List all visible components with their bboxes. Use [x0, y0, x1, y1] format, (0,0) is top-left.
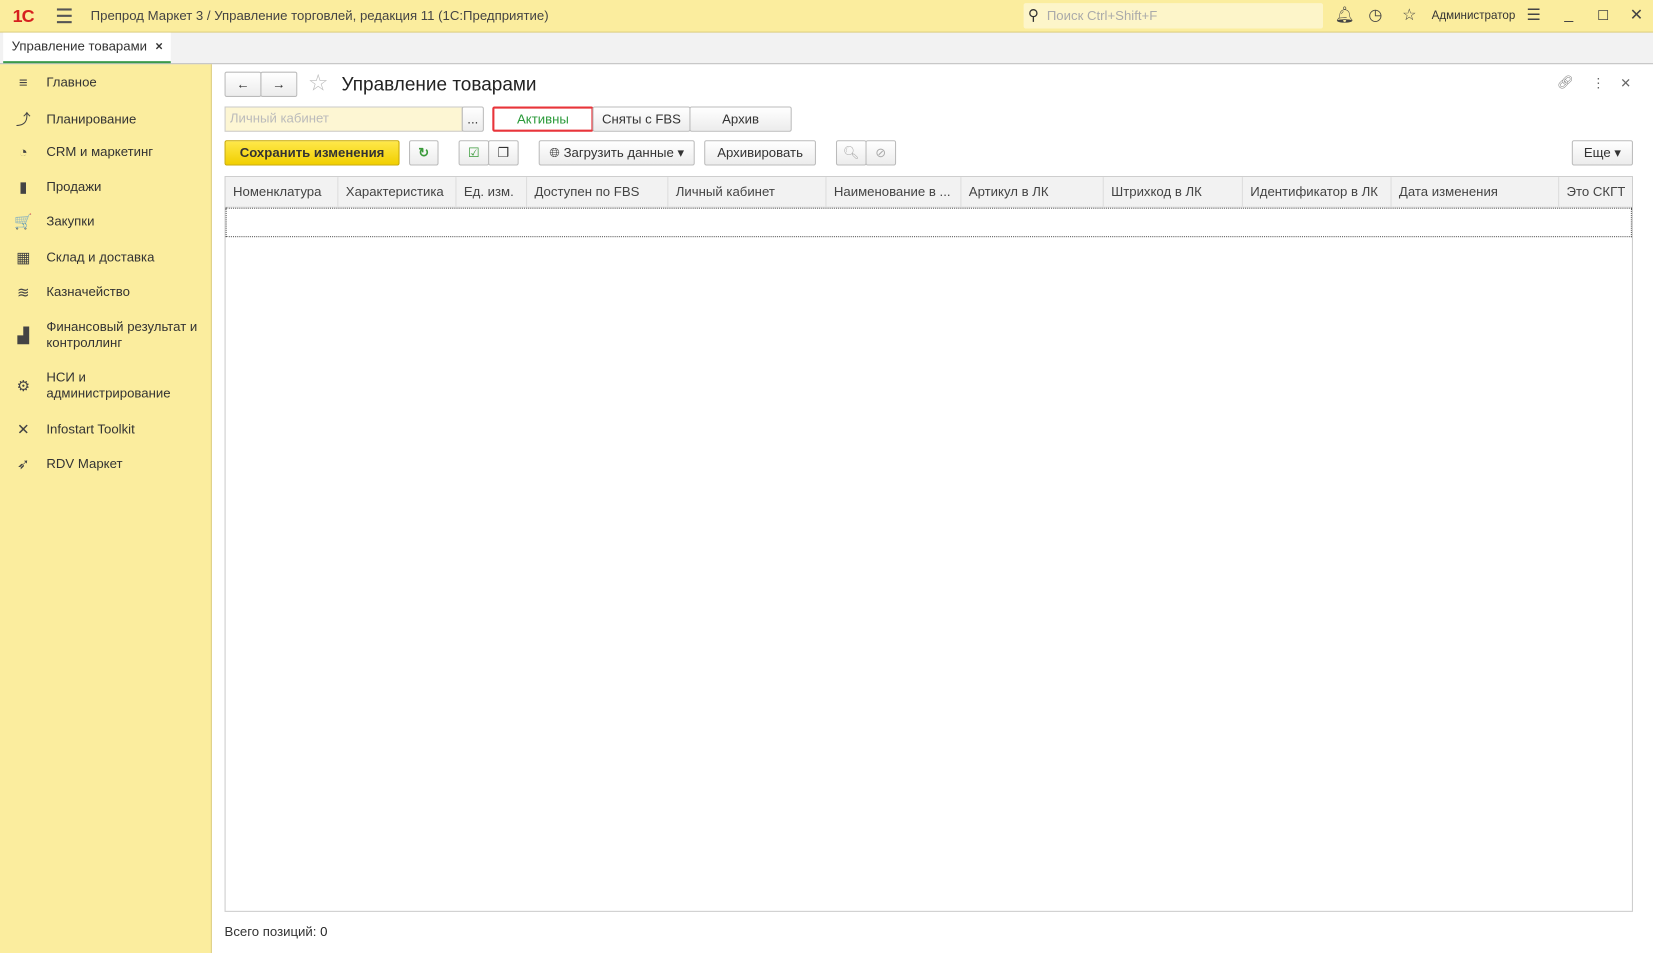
menu-icon[interactable] [56, 8, 72, 27]
tools-icon: ✕ [16, 420, 30, 438]
link-icon[interactable]: 🔗︎ [1557, 75, 1574, 91]
sidebar-item-label: Продажи [46, 179, 102, 194]
sidebar-item-crm[interactable]: ◔ CRM и маркетинг [0, 143, 211, 160]
forward-button[interactable]: → [260, 71, 298, 97]
tab-archive[interactable]: Архив [689, 106, 792, 132]
sidebar-item-label: Планирование [46, 111, 137, 126]
sidebar-item-finance[interactable]: ▟ Финансовый результат и контроллинг [0, 319, 211, 351]
sidebar-item-infostart[interactable]: ✕ Infostart Toolkit [0, 421, 211, 439]
page-title: Управление товарами [341, 73, 537, 95]
sidebar-item-label: Закупки [46, 214, 95, 229]
close-tab-icon[interactable]: × [155, 39, 162, 54]
column-header[interactable]: Личный кабинет [668, 177, 827, 207]
back-button[interactable]: ← [224, 71, 262, 97]
more-button[interactable]: Еще ▾ [1571, 140, 1633, 166]
check-all-button[interactable]: ☑ [458, 140, 490, 166]
sidebar-item-treasury[interactable]: ≋ Казначейство [0, 284, 211, 302]
products-table[interactable]: Номенклатура Характеристика Ед. изм. Дос… [224, 176, 1633, 912]
form: ← → ☆ Управление товарами 🔗︎ ⋮ ✕ Личный … [211, 64, 1653, 953]
more-menu-icon[interactable]: ⋮ [1592, 75, 1605, 91]
planning-icon: ⤴ [15, 110, 31, 128]
rocket-icon: ➶ [16, 455, 30, 473]
1c-logo: 1С [12, 6, 35, 27]
table-header: Номенклатура Характеристика Ед. изм. Дос… [225, 177, 1632, 208]
crm-icon: ◔ [18, 143, 28, 161]
cancel-find-button[interactable]: ⊘ [865, 140, 897, 166]
sidebar: ≡ Главное ⤴ Планирование ◔ CRM и маркетинг … [0, 64, 212, 953]
tab-active[interactable]: Активны [492, 106, 594, 132]
favorite-star-icon[interactable]: ☆ [308, 70, 329, 97]
cabinet-placeholder: Личный кабинет [229, 110, 329, 126]
sidebar-item-label: Казначейство [46, 284, 130, 300]
sidebar-item-rdv[interactable]: ➶ RDV Маркет [0, 455, 211, 473]
window-title: Препрод Маркет 3 / Управление торговлей,… [90, 8, 549, 24]
warehouse-icon: ▦ [16, 248, 31, 266]
sidebar-item-label: RDV Маркет [46, 456, 123, 472]
total-label: Всего позиций: [224, 924, 317, 940]
user-name[interactable]: Администратор [1432, 9, 1516, 22]
bell-icon[interactable]: 🔔︎ [1335, 5, 1355, 24]
column-header[interactable]: Дата изменения [1392, 177, 1560, 207]
gear-icon: ⚙ [16, 376, 30, 394]
globe-icon: 🌐︎ [549, 145, 564, 161]
column-header[interactable]: Характеристика [338, 177, 457, 207]
list-icon: ≡ [18, 73, 28, 91]
bag-icon: ▮ [19, 178, 28, 196]
sidebar-item-admin[interactable]: ⚙ НСИ и администрирование [0, 370, 211, 402]
close-window-icon[interactable]: ✕ [1630, 5, 1643, 24]
sidebar-item-label: Финансовый результат и контроллинг [46, 319, 198, 350]
sidebar-item-label: Infostart Toolkit [46, 421, 135, 437]
sidebar-item-purchases[interactable]: 🛒 Закупки [0, 213, 211, 231]
cabinet-select-button[interactable]: ... [461, 106, 484, 132]
history-icon[interactable]: ◷ [1368, 5, 1382, 24]
tab-upravlenie-tovarami[interactable]: Управление товарами × [3, 32, 172, 64]
load-data-button[interactable]: 🌐︎ Загрузить данные ▾ [538, 140, 695, 166]
maximize-icon[interactable]: ☐ [1597, 7, 1609, 24]
column-header[interactable]: Это СКГТ [1559, 177, 1632, 207]
find-button[interactable]: 🔍︎ [835, 140, 867, 166]
column-header[interactable]: Ед. изм. [456, 177, 528, 207]
sidebar-item-label: НСИ и администрирование [46, 370, 171, 401]
sidebar-item-main[interactable]: ≡ Главное [0, 74, 211, 91]
cabinet-input[interactable]: Личный кабинет [224, 106, 463, 132]
total-count: Всего позиций: 0 [225, 925, 328, 940]
sidebar-item-label: Главное [46, 74, 97, 90]
column-header[interactable]: Штрихкод в ЛК [1104, 177, 1243, 207]
sidebar-item-label: CRM и маркетинг [46, 143, 154, 159]
sidebar-item-warehouse[interactable]: ▦ Склад и доставка [0, 249, 211, 267]
refresh-button[interactable]: ↻ [409, 140, 439, 166]
more-label: Еще [1583, 145, 1611, 161]
open-tabs: Управление товарами × [0, 32, 1653, 65]
settings-menu-icon[interactable]: ☰ [1526, 5, 1540, 24]
star-icon[interactable]: ☆ [1402, 5, 1416, 24]
search-placeholder: Поиск Ctrl+Shift+F [1046, 8, 1158, 24]
table-row-empty[interactable] [225, 207, 1632, 238]
search-input[interactable]: ⚲ Поиск Ctrl+Shift+F [1023, 3, 1324, 29]
archive-button[interactable]: Архивировать [704, 140, 816, 166]
tab-removed-fbs[interactable]: Сняты с FBS [592, 106, 691, 132]
column-header[interactable]: Идентификатор в ЛК [1243, 177, 1392, 207]
sidebar-item-planning[interactable]: ⤴ Планирование [0, 109, 211, 130]
load-data-label: Загрузить данные [563, 145, 674, 161]
minimize-icon[interactable]: _ [1564, 5, 1573, 23]
column-header[interactable]: Доступен по FBS [527, 177, 669, 207]
title-bar: 1С Препрод Маркет 3 / Управление торговл… [0, 0, 1653, 33]
chart-icon: ▟ [17, 326, 29, 344]
cart-icon: 🛒 [14, 212, 33, 230]
close-form-icon[interactable]: ✕ [1620, 75, 1631, 91]
column-header[interactable]: Наименование в ... [826, 177, 962, 207]
column-header[interactable]: Номенклатура [226, 177, 339, 207]
tab-label: Управление товарами [11, 39, 147, 54]
search-icon: ⚲ [1027, 6, 1039, 24]
sidebar-item-label: Склад и доставка [46, 249, 155, 265]
column-header[interactable]: Артикул в ЛК [961, 177, 1104, 207]
coins-icon: ≋ [16, 283, 30, 301]
copy-button[interactable]: ❐ [488, 140, 519, 166]
total-value: 0 [320, 924, 328, 940]
sidebar-item-sales[interactable]: ▮ Продажи [0, 178, 211, 196]
save-changes-button[interactable]: Сохранить изменения [224, 140, 400, 166]
